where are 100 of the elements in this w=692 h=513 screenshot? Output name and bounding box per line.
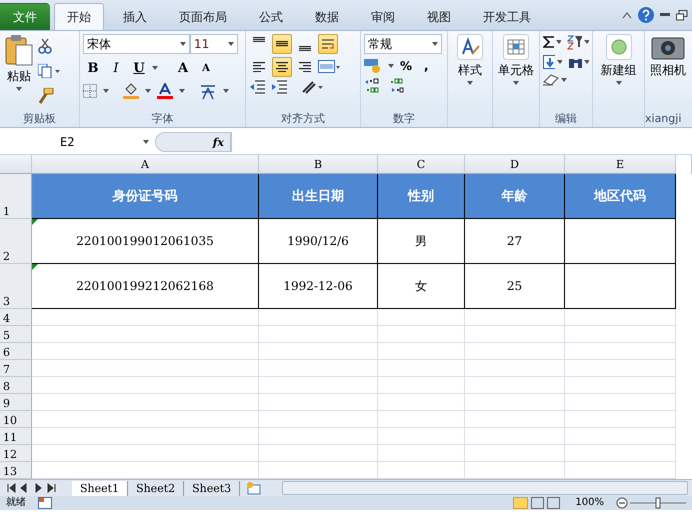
dropdown-arrow-icon	[145, 89, 151, 93]
ribbon-tab[interactable]: 审阅	[358, 3, 408, 30]
borders-icon[interactable]	[83, 84, 97, 98]
merge-cells-icon[interactable]	[318, 60, 340, 74]
wrap-text-button[interactable]	[318, 34, 338, 54]
macro-record-icon[interactable]	[38, 497, 52, 509]
align-button[interactable]	[272, 57, 292, 77]
name-box[interactable]: E2	[0, 132, 155, 152]
new-sheet-icon[interactable]	[246, 482, 262, 494]
dropdown-arrow-icon	[179, 89, 185, 93]
styles-icon	[457, 34, 483, 60]
percent-button[interactable]: %	[400, 59, 412, 73]
collapse-icon[interactable]	[622, 11, 632, 19]
align-icon	[299, 62, 311, 72]
number-format-field[interactable]: 常规	[364, 34, 442, 54]
bold-button[interactable]: B	[83, 58, 103, 78]
insert-function-button[interactable]: fx	[155, 132, 231, 152]
ribbon-tab[interactable]: 开发工具	[470, 3, 544, 30]
row-header[interactable]: 2	[0, 219, 32, 264]
row-header[interactable]: 7	[0, 360, 32, 377]
row-header[interactable]: 1	[0, 174, 32, 219]
column-header[interactable]: D	[465, 155, 565, 174]
dropdown-arrow-icon	[584, 40, 590, 44]
group-label: 字体	[150, 111, 174, 127]
dropdown-arrow-icon	[143, 140, 149, 144]
zoom-level[interactable]: 100%	[575, 497, 604, 509]
copy-icon[interactable]	[38, 64, 60, 78]
cells-icon	[503, 34, 529, 60]
header-cell: 地区代码	[565, 174, 676, 219]
column-header[interactable]: E	[565, 155, 676, 174]
format-painter-icon[interactable]	[38, 88, 54, 104]
align-icon	[299, 46, 311, 51]
zoom-slider-icon[interactable]	[616, 497, 686, 509]
decrease-decimal-icon[interactable]	[388, 78, 404, 94]
row-header[interactable]: 5	[0, 326, 32, 343]
ribbon-tab[interactable]: 数据	[302, 3, 352, 30]
sheet-tab[interactable]: Sheet1	[72, 480, 128, 496]
camera-button[interactable]: 照相机	[648, 34, 688, 111]
italic-button[interactable]: I	[106, 58, 126, 78]
table-cell: 220100199012061035	[32, 219, 259, 264]
align-icon	[276, 41, 288, 47]
file-tab[interactable]: 文件	[0, 3, 50, 30]
fill-color-icon[interactable]	[123, 83, 139, 99]
header-cell: 身份证号码	[32, 174, 259, 219]
horizontal-scrollbar[interactable]	[282, 481, 688, 495]
increase-decimal-icon[interactable]	[364, 78, 380, 94]
dropdown-arrow-icon	[388, 64, 394, 68]
ribbon-tab[interactable]: 开始	[54, 3, 104, 30]
ribbon-tab[interactable]: 公式	[246, 3, 296, 30]
dropdown-arrow-icon	[561, 78, 567, 82]
table-cell: 1992-12-06	[259, 264, 378, 309]
fill-down-icon[interactable]	[543, 55, 555, 69]
decrease-indent-icon[interactable]	[249, 80, 265, 94]
eraser-icon[interactable]	[543, 74, 559, 86]
comma-button[interactable]: ,	[424, 59, 429, 73]
row-header[interactable]: 13	[0, 462, 32, 479]
help-icon[interactable]	[638, 7, 654, 23]
shrink-font-button[interactable]: A	[196, 58, 216, 78]
align-icon	[253, 62, 265, 72]
font-size-field[interactable]: 11	[190, 34, 238, 54]
row-header[interactable]: 11	[0, 428, 32, 445]
ribbon-tab[interactable]: 插入	[110, 3, 160, 30]
row-header[interactable]: 8	[0, 377, 32, 394]
font-color-icon[interactable]	[157, 83, 173, 99]
increase-indent-icon[interactable]	[271, 80, 287, 94]
styles-button[interactable]: 样式	[455, 34, 485, 127]
row-header[interactable]: 10	[0, 411, 32, 428]
dropdown-arrow-icon	[616, 81, 622, 85]
row-header[interactable]: 6	[0, 343, 32, 360]
minimize-icon[interactable]	[660, 13, 670, 17]
align-icon	[276, 62, 288, 72]
table-cell: 男	[378, 219, 465, 264]
paste-button[interactable]: 粘贴	[3, 34, 35, 111]
dropdown-arrow-icon	[556, 40, 562, 44]
column-header[interactable]: C	[378, 155, 465, 174]
new-group-button[interactable]: 新建组	[598, 34, 638, 127]
autosum-icon[interactable]	[543, 36, 554, 48]
row-header[interactable]: 3	[0, 264, 32, 309]
align-icon	[253, 37, 265, 42]
table-cell: 25	[465, 264, 565, 309]
group-label: xiangji	[645, 111, 682, 127]
cells-button[interactable]: 单元格	[496, 34, 536, 127]
column-header[interactable]: A	[32, 155, 259, 174]
ribbon-tab[interactable]: 视图	[414, 3, 464, 30]
underline-button[interactable]: U	[129, 58, 149, 78]
font-name-field[interactable]: 宋体	[83, 34, 190, 54]
column-header[interactable]: B	[259, 155, 378, 174]
row-header[interactable]: 9	[0, 394, 32, 411]
row-header[interactable]: 12	[0, 445, 32, 462]
dropdown-arrow-icon	[103, 89, 109, 93]
text-orientation-icon[interactable]	[301, 80, 323, 94]
grow-font-button[interactable]: A	[173, 58, 193, 78]
restore-icon[interactable]	[676, 10, 688, 20]
row-header[interactable]: 4	[0, 309, 32, 326]
ribbon-tab[interactable]: 页面布局	[166, 3, 240, 30]
sort-filter-icon[interactable]	[567, 34, 582, 50]
header-cell: 性别	[378, 174, 465, 219]
align-button[interactable]	[272, 34, 292, 54]
header-cell: 出生日期	[259, 174, 378, 219]
scissors-icon[interactable]	[38, 38, 52, 54]
